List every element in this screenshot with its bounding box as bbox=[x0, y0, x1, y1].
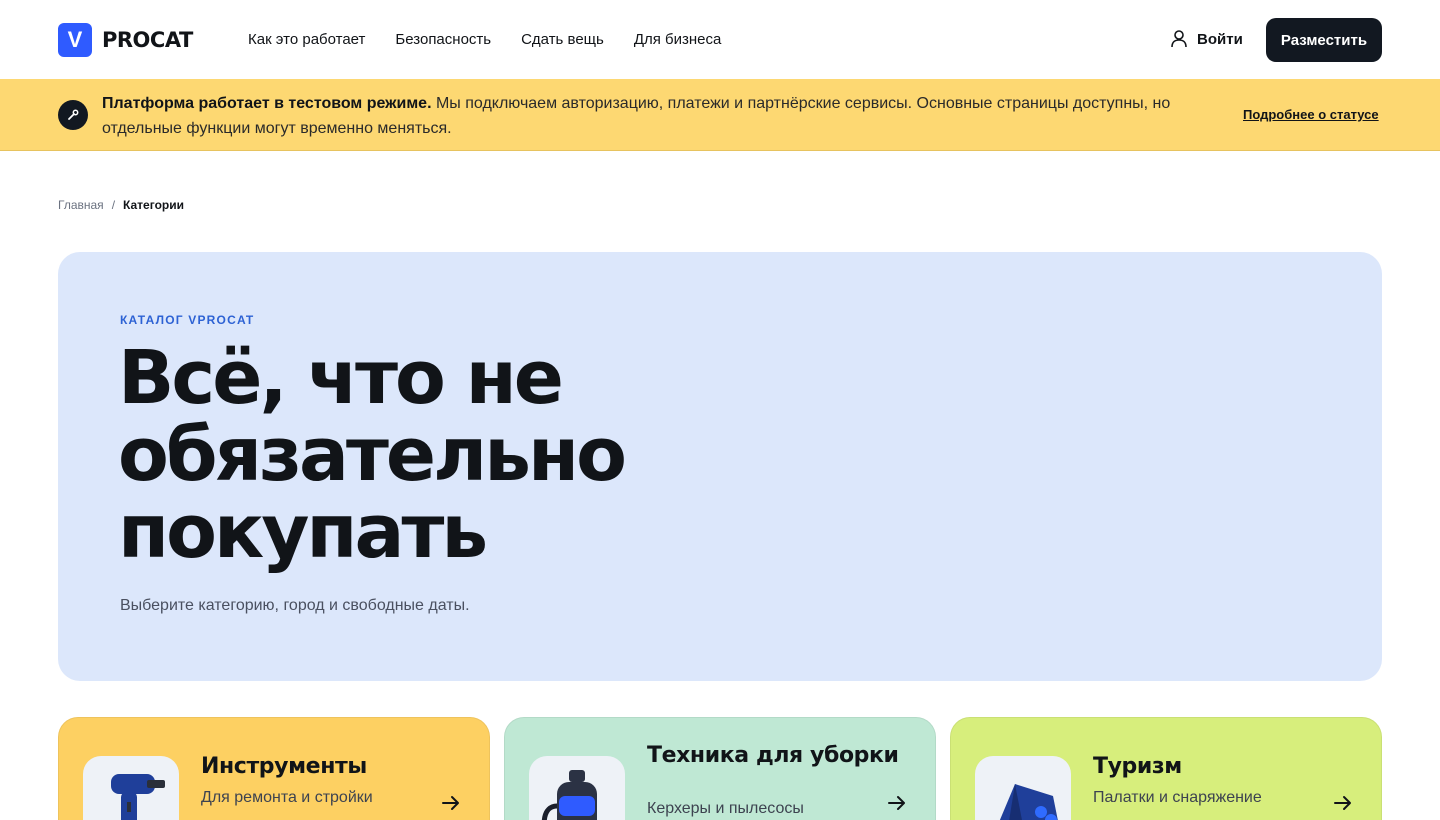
breadcrumb-home[interactable]: Главная bbox=[58, 198, 104, 212]
arrow-right-icon bbox=[888, 796, 905, 810]
category-subtitle: Палатки и снаряжение bbox=[1093, 789, 1262, 806]
login-label: Войти bbox=[1197, 30, 1243, 48]
vacuum-icon bbox=[529, 756, 625, 820]
banner-bold: Платформа работает в тестовом режиме. bbox=[102, 95, 432, 112]
logo[interactable]: V PROCAT bbox=[58, 23, 193, 57]
main-nav: Как это работает Безопасность Сдать вещь… bbox=[248, 31, 721, 48]
category-title: Техника для уборки bbox=[647, 743, 899, 768]
site-header: V PROCAT Как это работает Безопасность С… bbox=[0, 0, 1440, 80]
breadcrumb-current: Категории bbox=[123, 198, 184, 212]
category-card-tools[interactable]: Инструменты Для ремонта и стройки bbox=[58, 717, 490, 820]
nav-business[interactable]: Для бизнеса bbox=[634, 31, 722, 48]
hero-eyebrow: КАТАЛОГ VPROCAT bbox=[120, 313, 255, 327]
category-card-cleaning[interactable]: Техника для уборки Керхеры и пылесосы bbox=[504, 717, 936, 820]
category-card-tourism[interactable]: Туризм Палатки и снаряжение bbox=[950, 717, 1382, 820]
status-details-link[interactable]: Подробнее о статусе bbox=[1243, 107, 1379, 122]
drill-icon bbox=[83, 756, 179, 820]
category-title: Инструменты bbox=[201, 754, 367, 779]
hero: КАТАЛОГ VPROCAT Всё, что не обязательно … bbox=[58, 252, 1382, 681]
login-button[interactable]: Войти bbox=[1171, 30, 1243, 48]
user-icon bbox=[1171, 30, 1187, 48]
tent-icon bbox=[975, 756, 1071, 820]
logo-text: PROCAT bbox=[102, 28, 193, 52]
category-subtitle: Для ремонта и стройки bbox=[201, 789, 373, 806]
breadcrumb: Главная / Категории bbox=[58, 198, 184, 212]
breadcrumb-separator: / bbox=[111, 198, 116, 212]
nav-safety[interactable]: Безопасность bbox=[395, 31, 491, 48]
nav-how-it-works[interactable]: Как это работает bbox=[248, 31, 365, 48]
hero-subtitle: Выберите категорию, город и свободные да… bbox=[120, 597, 470, 614]
title-line-1: Всё, что не bbox=[118, 335, 564, 421]
arrow-right-icon bbox=[1334, 796, 1351, 810]
title-line-3: покупать bbox=[118, 489, 488, 575]
logo-mark: V bbox=[58, 23, 92, 57]
nav-rent-out[interactable]: Сдать вещь bbox=[521, 31, 604, 48]
page-title: Всё, что не обязательно покупать bbox=[118, 340, 818, 571]
category-title: Туризм bbox=[1093, 754, 1182, 779]
title-line-2: обязательно bbox=[118, 412, 627, 498]
category-subtitle: Керхеры и пылесосы bbox=[647, 800, 804, 817]
wrench-icon bbox=[58, 100, 88, 130]
post-listing-button[interactable]: Разместить bbox=[1266, 18, 1382, 62]
banner-message: Платформа работает в тестовом режиме. Мы… bbox=[102, 91, 1212, 141]
status-banner: Платформа работает в тестовом режиме. Мы… bbox=[0, 79, 1440, 151]
arrow-right-icon bbox=[442, 796, 459, 810]
